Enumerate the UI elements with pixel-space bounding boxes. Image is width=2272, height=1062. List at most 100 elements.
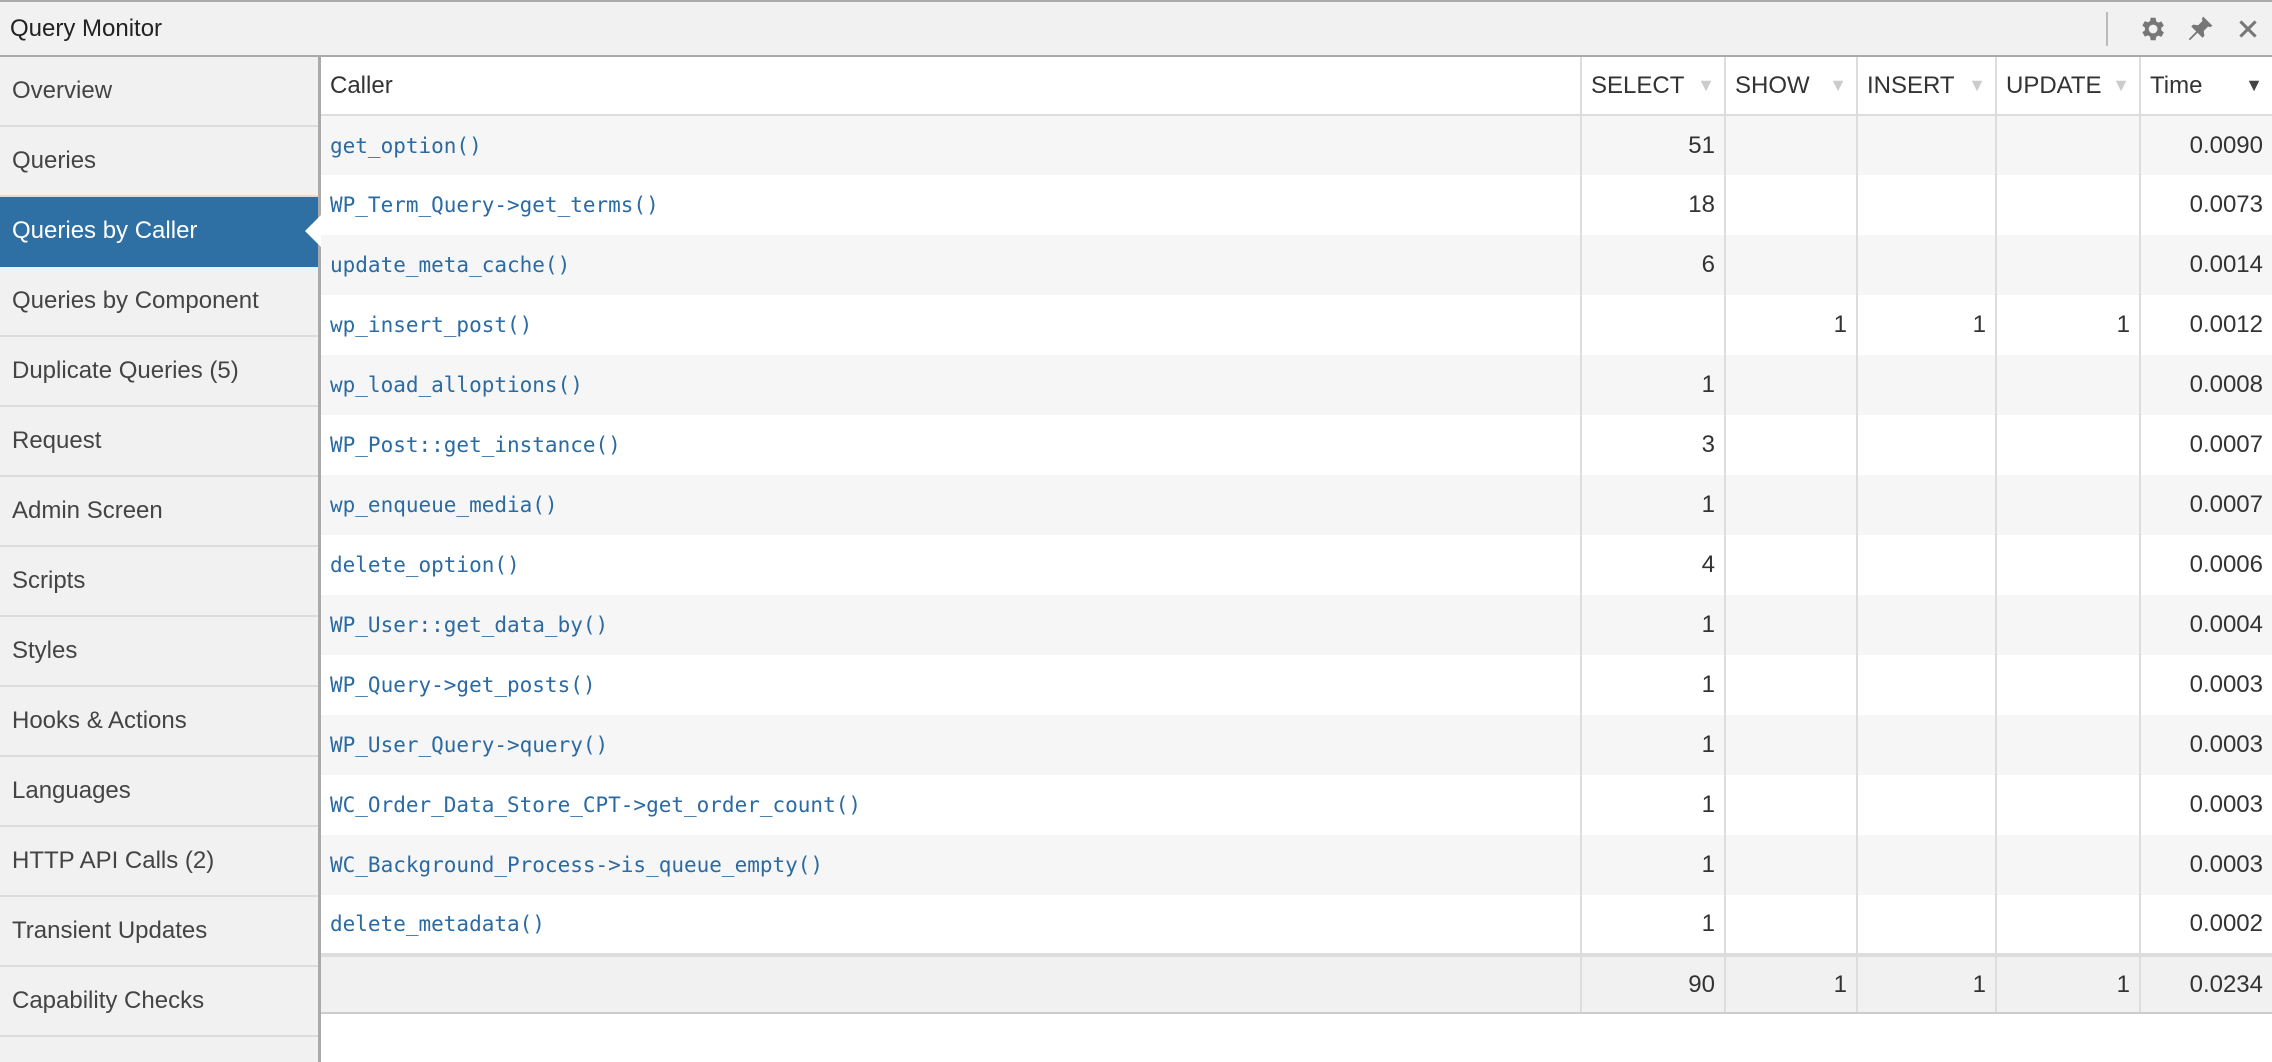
table-totals-row: 90 1 1 1 0.0234 xyxy=(321,953,2272,1014)
caller-cell: WC_Order_Data_Store_CPT->get_order_count… xyxy=(321,775,1581,835)
time-cell: 0.0007 xyxy=(2139,475,2272,535)
sidebar-item-http-api-calls-2[interactable]: HTTP API Calls (2) xyxy=(0,827,318,897)
show-cell xyxy=(1724,595,1857,655)
time-cell: 0.0012 xyxy=(2139,295,2272,355)
time-cell: 0.0004 xyxy=(2139,595,2272,655)
sidebar-item-queries-by-component[interactable]: Queries by Component xyxy=(0,267,318,337)
caller-cell: wp_insert_post() xyxy=(321,295,1581,355)
caller-link[interactable]: wp_enqueue_media() xyxy=(330,493,558,517)
sidebar-item-capability-checks[interactable]: Capability Checks xyxy=(0,967,318,1037)
show-cell xyxy=(1724,475,1857,535)
time-cell: 0.0003 xyxy=(2139,655,2272,715)
update-cell xyxy=(1995,115,2140,175)
caller-link[interactable]: wp_insert_post() xyxy=(330,313,532,337)
sidebar-item-scripts[interactable]: Scripts xyxy=(0,547,318,617)
caller-link[interactable]: wp_load_alloptions() xyxy=(330,373,583,397)
caller-link[interactable]: WP_Query->get_posts() xyxy=(330,673,596,697)
select-cell: 4 xyxy=(1580,535,1725,595)
select-cell: 18 xyxy=(1580,175,1725,235)
caller-link[interactable]: WP_User::get_data_by() xyxy=(330,613,608,637)
sort-arrow-icon[interactable]: ▼ xyxy=(1829,75,1847,96)
sort-arrow-icon[interactable]: ▼ xyxy=(2245,75,2263,96)
update-cell xyxy=(1995,655,2140,715)
insert-cell xyxy=(1856,535,1996,595)
sidebar-item-styles[interactable]: Styles xyxy=(0,617,318,687)
insert-cell xyxy=(1856,715,1996,775)
sidebar-item-hooks-actions[interactable]: Hooks & Actions xyxy=(0,687,318,757)
total-show-cell: 1 xyxy=(1724,953,1857,1014)
caller-link[interactable]: WP_Term_Query->get_terms() xyxy=(330,193,659,217)
sort-arrow-icon[interactable]: ▼ xyxy=(1697,75,1715,96)
column-header-select[interactable]: SELECT ▼ xyxy=(1580,57,1725,116)
caller-link[interactable]: WC_Background_Process->is_queue_empty() xyxy=(330,853,823,877)
column-header-show[interactable]: SHOW ▼ xyxy=(1724,57,1857,116)
sidebar-item-transient-updates[interactable]: Transient Updates xyxy=(0,897,318,967)
update-cell xyxy=(1995,415,2140,475)
column-header-label: Caller xyxy=(330,71,393,99)
close-icon xyxy=(2239,19,2257,38)
time-cell: 0.0006 xyxy=(2139,535,2272,595)
sidebar-item-admin-screen[interactable]: Admin Screen xyxy=(0,477,318,547)
select-cell: 1 xyxy=(1580,595,1725,655)
caller-cell: get_option() xyxy=(321,115,1581,175)
total-insert-cell: 1 xyxy=(1856,953,1996,1014)
caller-cell: WP_Term_Query->get_terms() xyxy=(321,175,1581,235)
table-row: get_option() 51 0.0090 xyxy=(321,115,2272,175)
show-cell xyxy=(1724,715,1857,775)
caller-link[interactable]: WP_Post::get_instance() xyxy=(330,433,621,457)
time-cell: 0.0003 xyxy=(2139,775,2272,835)
update-cell xyxy=(1995,535,2140,595)
insert-cell xyxy=(1856,595,1996,655)
select-cell: 6 xyxy=(1580,235,1725,295)
sort-arrow-icon[interactable]: ▼ xyxy=(1968,75,1986,96)
sidebar-item-queries-by-caller[interactable]: Queries by Caller xyxy=(0,197,321,267)
update-cell xyxy=(1995,475,2140,535)
table-row: WP_User_Query->query() 1 0.0003 xyxy=(321,715,2272,775)
table-row: WC_Background_Process->is_queue_empty() 1… xyxy=(321,835,2272,895)
caller-cell: WC_Background_Process->is_queue_empty() xyxy=(321,835,1581,895)
column-header-update[interactable]: UPDATE ▼ xyxy=(1995,57,2140,116)
sidebar-item-languages[interactable]: Languages xyxy=(0,757,318,827)
close-button[interactable] xyxy=(2224,5,2272,53)
caller-cell: update_meta_cache() xyxy=(321,235,1581,295)
insert-cell: 1 xyxy=(1856,295,1996,355)
table-row: delete_option() 4 0.0006 xyxy=(321,535,2272,595)
select-cell: 51 xyxy=(1580,115,1725,175)
column-header-label: UPDATE xyxy=(2006,71,2102,99)
total-update-cell: 1 xyxy=(1995,953,2140,1014)
caller-link[interactable]: WP_User_Query->query() xyxy=(330,733,608,757)
update-cell xyxy=(1995,355,2140,415)
show-cell xyxy=(1724,835,1857,895)
column-header-insert[interactable]: INSERT ▼ xyxy=(1856,57,1996,116)
update-cell xyxy=(1995,835,2140,895)
sidebar-item-request[interactable]: Request xyxy=(0,407,318,477)
caller-link[interactable]: get_option() xyxy=(330,134,482,158)
show-cell xyxy=(1724,235,1857,295)
caller-cell: WP_User::get_data_by() xyxy=(321,595,1581,655)
caller-link[interactable]: update_meta_cache() xyxy=(330,253,570,277)
select-cell xyxy=(1580,295,1725,355)
sidebar-item-overview[interactable]: Overview xyxy=(0,57,318,127)
column-header-time[interactable]: Time ▼ xyxy=(2139,57,2272,116)
sidebar-item-duplicate-queries-5[interactable]: Duplicate Queries (5) xyxy=(0,337,318,407)
insert-cell xyxy=(1856,655,1996,715)
column-header-caller: Caller xyxy=(321,57,1581,116)
table-row: WP_Post::get_instance() 3 0.0007 xyxy=(321,415,2272,475)
insert-cell xyxy=(1856,475,1996,535)
table-row: WP_Term_Query->get_terms() 18 0.0073 xyxy=(321,175,2272,235)
caller-link[interactable]: delete_option() xyxy=(330,553,520,577)
sort-arrow-icon[interactable]: ▼ xyxy=(2112,75,2130,96)
sidebar-item-queries[interactable]: Queries xyxy=(0,127,318,197)
select-cell: 1 xyxy=(1580,715,1725,775)
pin-button[interactable] xyxy=(2176,5,2224,53)
table-row: delete_metadata() 1 0.0002 xyxy=(321,895,2272,955)
settings-button[interactable] xyxy=(2128,5,2176,53)
select-cell: 1 xyxy=(1580,775,1725,835)
time-cell: 0.0007 xyxy=(2139,415,2272,475)
update-cell xyxy=(1995,775,2140,835)
insert-cell xyxy=(1856,235,1996,295)
caller-link[interactable]: delete_metadata() xyxy=(330,912,545,936)
table-row: wp_insert_post() 1 1 1 0.0012 xyxy=(321,295,2272,355)
column-header-label: SHOW xyxy=(1735,71,1810,99)
caller-link[interactable]: WC_Order_Data_Store_CPT->get_order_count… xyxy=(330,793,861,817)
